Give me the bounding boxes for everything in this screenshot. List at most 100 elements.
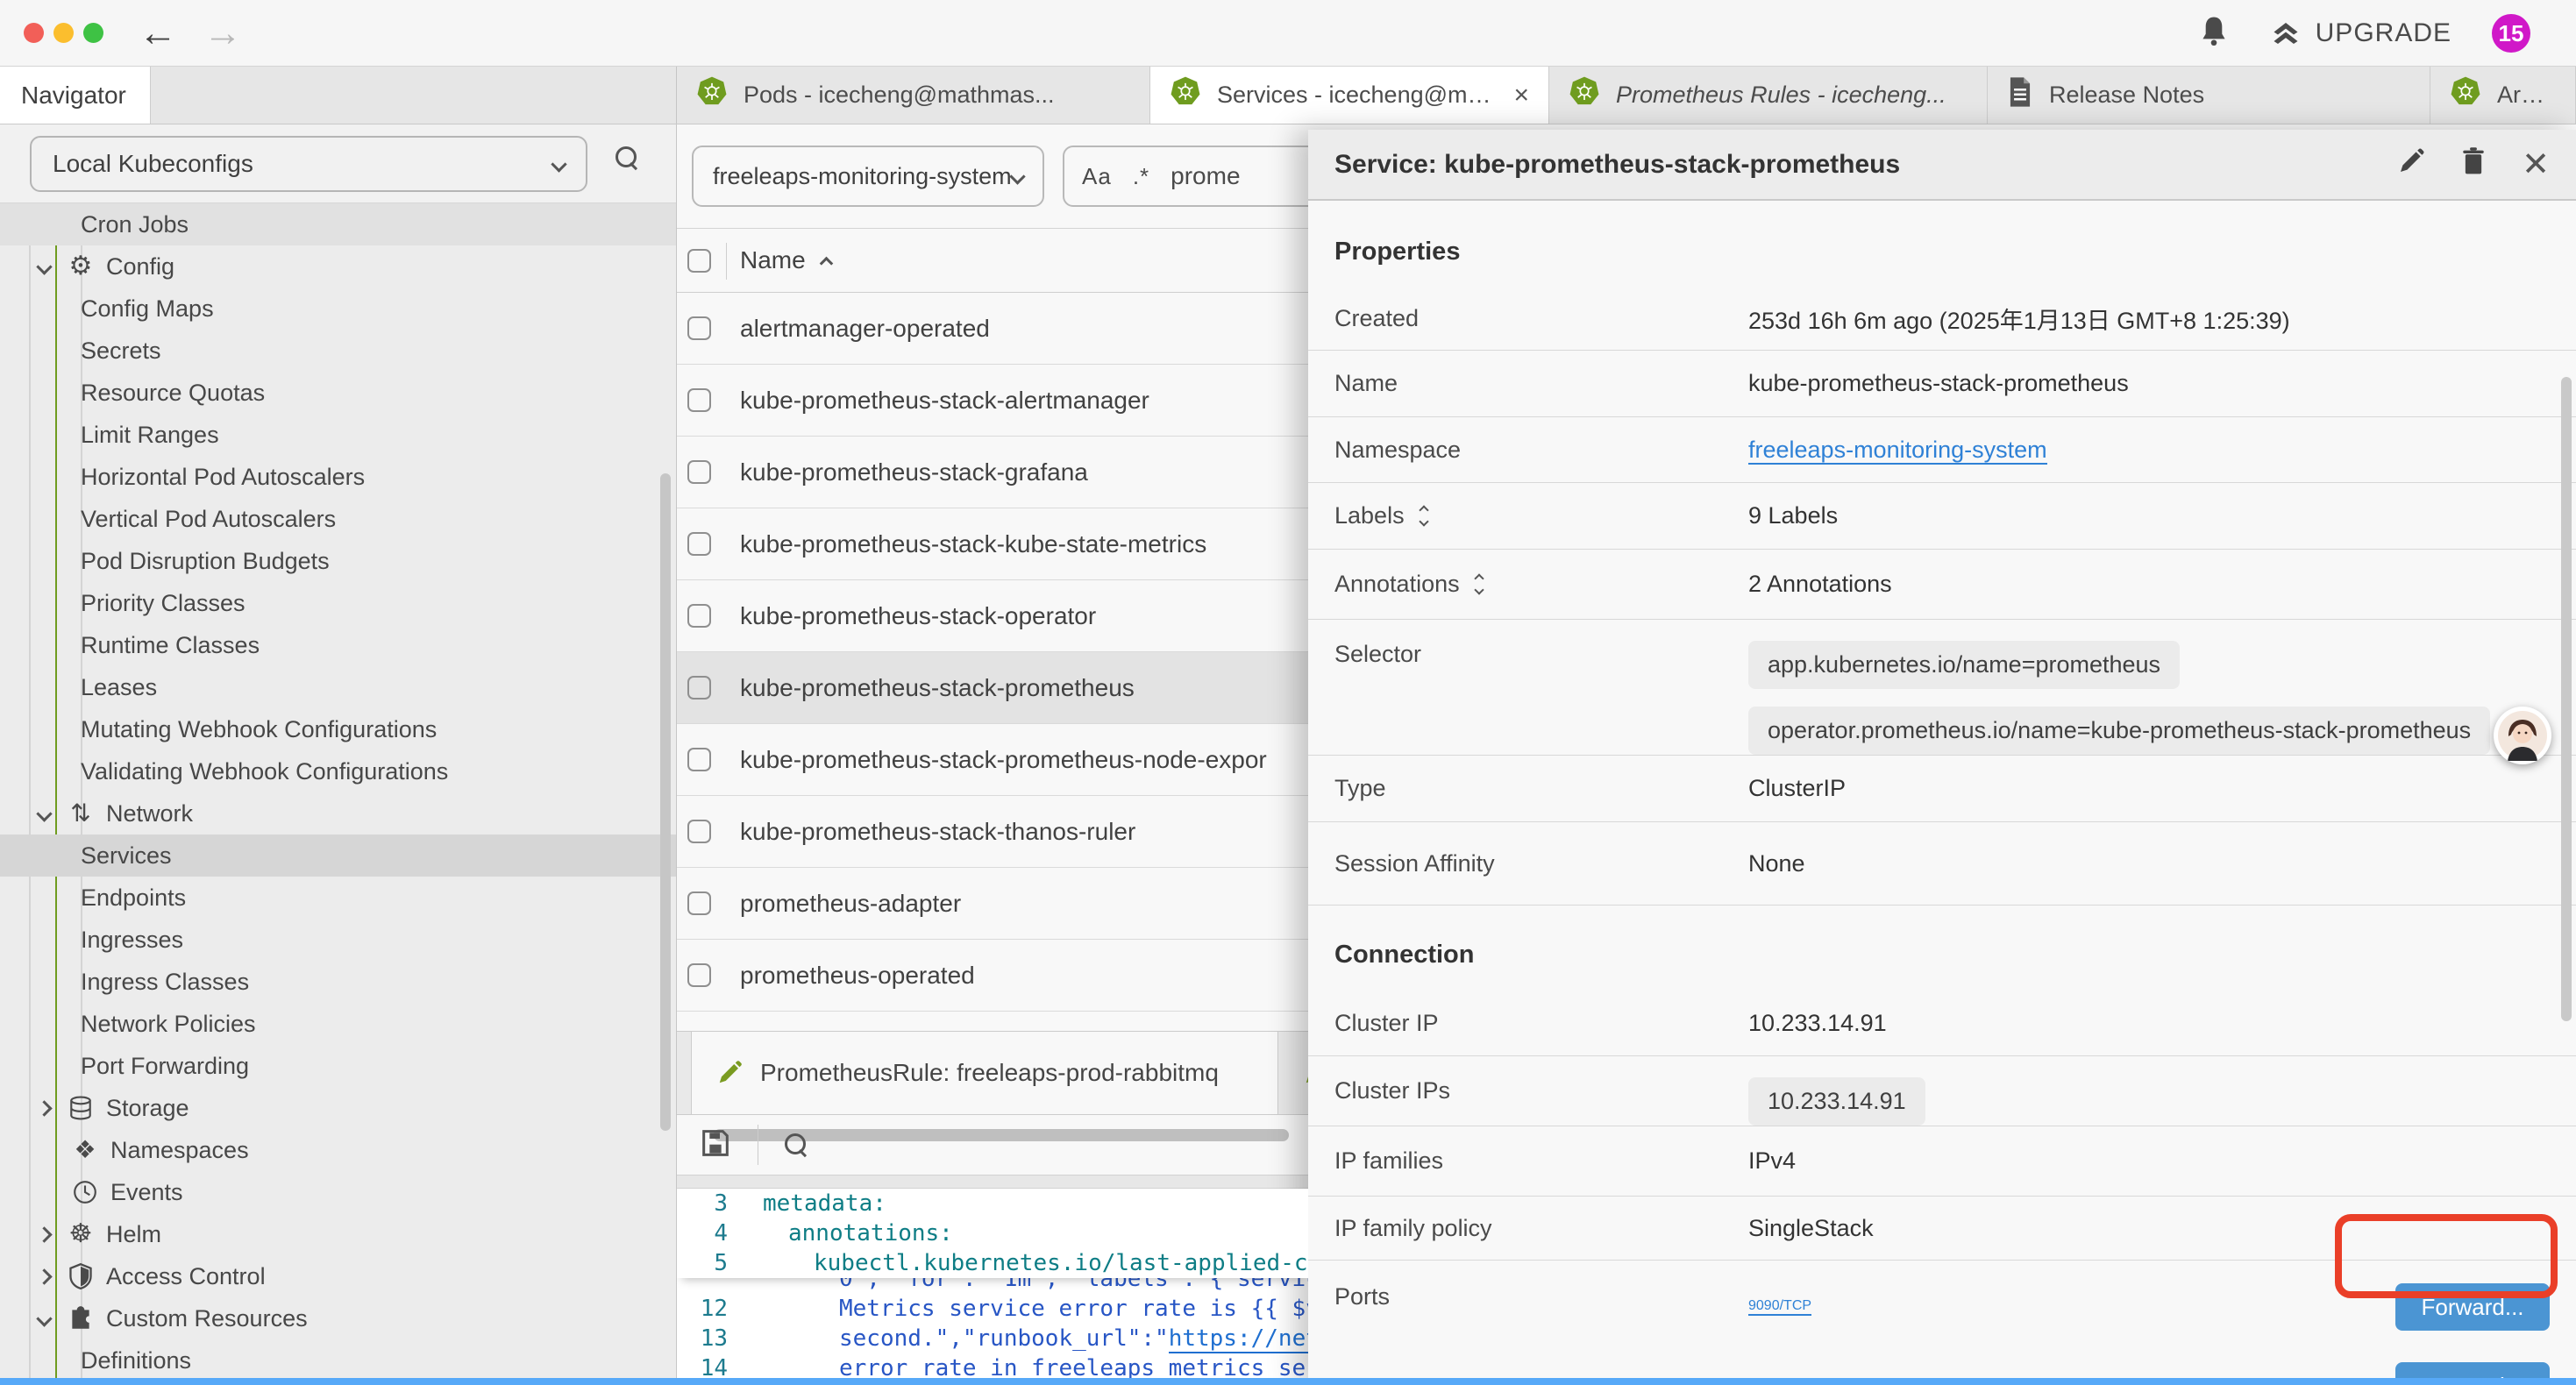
table-row[interactable]: kube-prometheus-stack-prometheus-node-ex… [677,724,1308,796]
sidebar-item[interactable]: ⚙Config [0,245,676,288]
table-row[interactable]: prometheus-adapter [677,868,1308,940]
url-link[interactable]: https://net [1169,1325,1308,1353]
name-column-header[interactable]: Name [740,246,806,274]
yaml-editor[interactable]: 3 metadata: 4 annotations: 5 kubectl.kub… [677,1189,1308,1385]
search-input[interactable]: prome [1171,162,1240,190]
sidebar-item[interactable]: Horizontal Pod Autoscalers [0,456,676,498]
row-checkbox[interactable] [687,316,711,340]
window-zoom-button[interactable] [83,23,103,43]
close-icon[interactable]: ✕ [2522,145,2550,184]
chevron-right-icon[interactable] [36,1100,52,1116]
app-tab[interactable]: Release Notes [1988,67,2430,124]
chevron-right-icon[interactable] [36,1268,52,1284]
sidebar-item[interactable]: Resource Quotas [0,372,676,414]
sidebar-item[interactable]: Priority Classes [0,582,676,624]
upgrade-button[interactable]: UPGRADE [2270,18,2451,48]
sidebar-search-icon[interactable] [614,145,640,171]
sidebar-item[interactable]: Ingress Classes [0,961,676,1003]
sidebar-item[interactable]: Cron Jobs [0,203,676,245]
table-row[interactable]: kube-prometheus-stack-grafana [677,437,1308,508]
row-checkbox[interactable] [687,963,711,987]
match-case-toggle[interactable]: Aa [1082,163,1112,190]
table-row[interactable]: kube-prometheus-stack-operator [677,580,1308,652]
sidebar-item[interactable]: Secrets [0,330,676,372]
search-box[interactable]: Aa .* prome [1063,146,1326,207]
row-checkbox[interactable] [687,532,711,556]
navigator-tab[interactable]: Navigator [0,67,151,124]
tab-label: Release Notes [2049,82,2204,109]
notifications-bell-icon[interactable] [2198,14,2230,53]
sidebar-item[interactable]: Access Control [0,1255,676,1297]
chevron-right-icon[interactable] [36,1226,52,1242]
sidebar-item[interactable]: Limit Ranges [0,414,676,456]
sidebar-item[interactable]: Runtime Classes [0,624,676,666]
editor-tab-partial[interactable] [1285,1032,1308,1114]
notification-count-badge[interactable]: 15 [2492,14,2530,53]
namespace-link[interactable]: freeleaps-monitoring-system [1748,437,2047,465]
property-row: Cluster IP 10.233.14.91 [1308,991,2576,1056]
row-checkbox[interactable] [687,460,711,484]
table-row[interactable]: alertmanager-operated [677,293,1308,365]
property-value: 2 Annotations [1748,571,1892,598]
sort-ascending-icon[interactable] [819,256,833,270]
table-row[interactable]: kube-prometheus-stack-thanos-ruler [677,796,1308,868]
row-checkbox[interactable] [687,676,711,700]
sort-updown-icon[interactable] [1476,575,1483,593]
namespace-select[interactable]: freeleaps-monitoring-system [692,146,1044,207]
window-close-button[interactable] [24,23,44,43]
sidebar-item[interactable]: Pod Disruption Budgets [0,540,676,582]
sidebar-item[interactable]: ❖Namespaces [0,1129,676,1171]
sidebar-item[interactable]: Vertical Pod Autoscalers [0,498,676,540]
regex-toggle[interactable]: .* [1133,163,1149,190]
chevron-down-icon[interactable] [36,1310,52,1326]
port-link[interactable]: 9090/TCP [1748,1298,1811,1316]
tabstrip-spacer [151,67,677,124]
back-button[interactable]: ← [139,7,177,60]
sidebar-item[interactable]: Storage [0,1087,676,1129]
sidebar-item[interactable]: Port Forwarding [0,1045,676,1087]
sidebar-item[interactable]: Network Policies [0,1003,676,1045]
sidebar-item[interactable]: Definitions [0,1339,676,1381]
sidebar-item[interactable]: Events [0,1171,676,1213]
user-avatar[interactable] [2494,707,2551,764]
window-minimize-button[interactable] [53,23,74,43]
app-tab[interactable]: Prometheus Rules - icecheng... [1549,67,1988,124]
sidebar-item[interactable]: Ingresses [0,919,676,961]
detail-panel-scrollbar[interactable] [2561,377,2572,1021]
row-checkbox[interactable] [687,604,711,628]
row-checkbox[interactable] [687,388,711,412]
editor-tab-active[interactable]: PrometheusRule: freeleaps-prod-rabbitmq [691,1032,1278,1114]
editor-search-button[interactable] [783,1132,809,1158]
row-checkbox[interactable] [687,748,711,771]
forward-button[interactable]: → [203,7,242,60]
chevron-down-icon[interactable] [36,806,52,821]
row-checkbox[interactable] [687,820,711,843]
sidebar-item[interactable]: ☸Helm [0,1213,676,1255]
table-row[interactable]: kube-prometheus-stack-alertmanager [677,365,1308,437]
sidebar-scrollbar[interactable] [660,473,671,1131]
sidebar-item[interactable]: Validating Webhook Configurations [0,750,676,792]
sidebar-item[interactable]: Services [0,835,676,877]
table-row[interactable]: kube-prometheus-stack-prometheus [677,652,1308,724]
app-tab[interactable]: Services - icecheng@math... × [1150,67,1549,124]
table-row[interactable]: prometheus-operated [677,940,1308,1012]
sidebar-item[interactable]: ⇅Network [0,792,676,835]
select-all-checkbox[interactable] [687,249,711,273]
sidebar-item[interactable]: Config Maps [0,288,676,330]
delete-trash-icon[interactable] [2460,146,2487,183]
row-checkbox[interactable] [687,891,711,915]
sidebar-item[interactable]: Mutating Webhook Configurations [0,708,676,750]
sidebar-item[interactable]: Custom Resources [0,1297,676,1339]
sort-updown-icon[interactable] [1420,507,1427,525]
sidebar-item-label: Events [110,1179,183,1206]
sidebar-item[interactable]: Endpoints [0,877,676,919]
chevron-down-icon[interactable] [36,259,52,274]
save-button[interactable] [698,1126,733,1165]
tab-close-icon[interactable]: × [1513,81,1529,110]
sidebar-item[interactable]: Leases [0,666,676,708]
app-tab[interactable]: Pods - icecheng@mathmas... [677,67,1150,124]
table-row[interactable]: kube-prometheus-stack-kube-state-metrics [677,508,1308,580]
edit-icon[interactable] [2397,147,2425,182]
kubeconfig-select[interactable]: Local Kubeconfigs [30,136,587,192]
app-tab[interactable]: Argo Se [2430,67,2576,124]
